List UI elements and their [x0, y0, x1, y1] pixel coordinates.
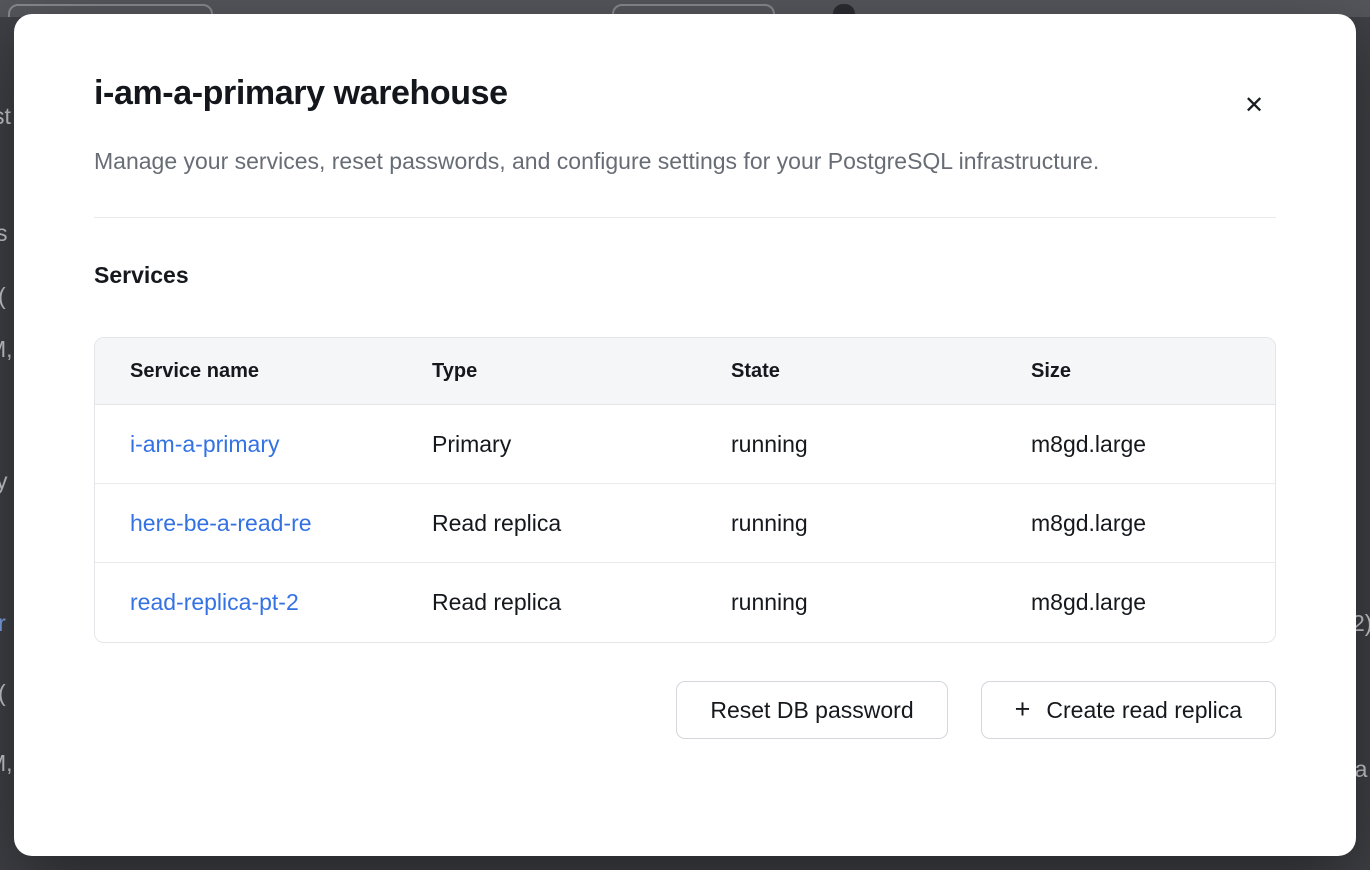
service-state-cell: running	[731, 431, 1031, 458]
table-row: read-replica-pt-2 Read replica running m…	[95, 563, 1275, 642]
divider	[94, 217, 1276, 218]
service-type-cell: Primary	[432, 431, 731, 458]
service-size-cell: m8gd.large	[1031, 510, 1275, 537]
column-header-state: State	[731, 360, 1031, 383]
column-header-type: Type	[432, 360, 731, 383]
warehouse-modal: i-am-a-primary warehouse ✕ Manage your s…	[14, 14, 1356, 856]
close-button[interactable]: ✕	[1234, 86, 1274, 126]
service-type-cell: Read replica	[432, 510, 731, 537]
page-title: i-am-a-primary warehouse	[94, 72, 1276, 114]
service-name-link[interactable]: here-be-a-read-re	[130, 510, 312, 536]
plus-icon: +	[1015, 696, 1031, 723]
service-size-cell: m8gd.large	[1031, 589, 1275, 616]
service-name-link[interactable]: i-am-a-primary	[130, 431, 280, 457]
background-link-fragment: ir	[0, 610, 6, 637]
service-name-link[interactable]: read-replica-pt-2	[130, 589, 299, 615]
reset-db-password-label: Reset DB password	[710, 697, 913, 724]
service-size-cell: m8gd.large	[1031, 431, 1275, 458]
background-text-fragment: s	[0, 220, 8, 247]
background-text-fragment: M,	[0, 336, 13, 363]
table-row: i-am-a-primary Primary running m8gd.larg…	[95, 405, 1275, 484]
service-type-cell: Read replica	[432, 589, 731, 616]
reset-db-password-button[interactable]: Reset DB password	[676, 681, 947, 739]
background-text-fragment: (	[0, 283, 6, 310]
background-text-fragment: st	[0, 103, 11, 130]
service-state-cell: running	[731, 589, 1031, 616]
service-state-cell: running	[731, 510, 1031, 537]
create-read-replica-button[interactable]: + Create read replica	[981, 681, 1276, 739]
modal-footer: Reset DB password + Create read replica	[94, 681, 1276, 739]
table-row: here-be-a-read-re Read replica running m…	[95, 484, 1275, 563]
create-read-replica-label: Create read replica	[1046, 697, 1242, 724]
column-header-service-name: Service name	[130, 360, 432, 383]
services-heading: Services	[94, 262, 1276, 289]
close-icon: ✕	[1244, 92, 1264, 119]
background-text-fragment: M,	[0, 750, 13, 777]
modal-description: Manage your services, reset passwords, a…	[94, 140, 1234, 183]
column-header-size: Size	[1031, 360, 1275, 383]
table-header-row: Service name Type State Size	[95, 338, 1275, 405]
background-text-fragment: (	[0, 680, 6, 707]
background-text-fragment: y	[0, 468, 8, 495]
services-table: Service name Type State Size i-am-a-prim…	[94, 337, 1276, 643]
